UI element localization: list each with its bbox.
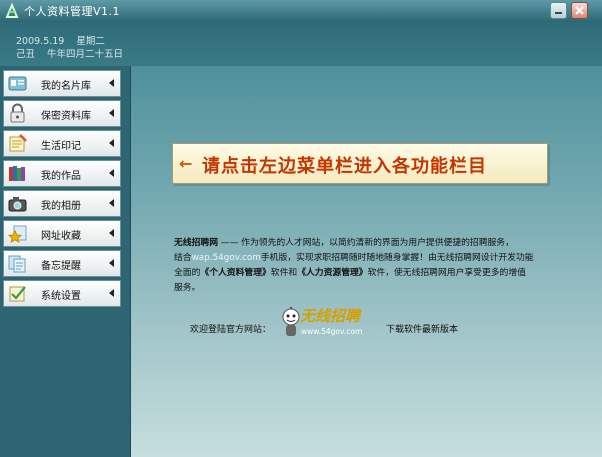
download-latest-link[interactable]: 下载软件最新版本 [386,322,458,335]
settings-check-icon [7,283,28,304]
sidebar-item-label: 备忘提醒 [41,261,81,272]
sidebar-item-system-settings[interactable]: 系统设置 [3,280,121,307]
business-card-icon [7,73,28,94]
lunar-date-line: 己丑 牛年四月二十五日 [16,46,123,60]
date-header: 2009.5.19 星期二 己丑 牛年四月二十五日 [0,22,602,66]
sidebar-item-label: 我的作品 [41,171,81,182]
mascot-icon [282,307,300,336]
arrow-left-icon [109,79,114,87]
arrow-left-icon [109,169,114,177]
sidebar-menu: 我的名片库 保密资料库 生活印记 我的作品 我的相册 网址收藏 备忘提醒 系统设… [0,66,131,457]
sidebar-item-photo-album[interactable]: 我的相册 [3,190,121,217]
intro-text: —— 作为领先的人才网站，以简约清新的界面为用户提供便捷的招聘服务， [218,238,514,248]
app-window: 个人资料管理V1.1 2009.5.19 星期二 己丑 牛年四月二十五日 我的名… [0,0,602,457]
intro-line-3: 全面的《个人资料管理》软件和《人力资源管理》软件，使无线招聘网用户享受更多的增值 [174,266,550,281]
minimize-button[interactable] [550,2,567,19]
window-title: 个人资料管理V1.1 [24,5,121,18]
notes-icon [7,253,28,274]
site-logo[interactable]: 无线招聘 www.54gov.com [280,305,376,343]
arrow-left-icon [109,199,114,207]
welcome-text: 欢迎登陆官方网站： [190,325,272,335]
sidebar-item-business-cards[interactable]: 我的名片库 [3,70,121,97]
intro-line-4: 服务。 [174,281,550,296]
sidebar-item-label: 系统设置 [41,291,81,302]
sidebar-item-my-works[interactable]: 我的作品 [3,160,121,187]
product-name: 《人力资源管理》 [297,268,368,278]
arrow-left-icon [109,259,114,267]
arrow-left-icon [109,289,114,297]
close-button[interactable] [571,2,588,19]
star-icon [7,223,28,244]
sidebar-item-label: 保密资料库 [41,111,91,122]
padlock-icon [7,103,28,124]
notebook-pen-icon [7,133,28,154]
intro-text: 软件，使无线招聘网用户享受更多的增值 [367,268,526,278]
arrow-left-icon [109,109,114,117]
intro-text: 软件和 [270,268,298,278]
arrow-left-icon [109,139,114,147]
sidebar-item-label: 生活印记 [41,141,81,152]
sidebar-item-label: 网址收藏 [41,231,81,242]
books-icon [7,163,28,184]
sidebar-item-bookmarks[interactable]: 网址收藏 [3,220,121,247]
sidebar-item-label: 我的名片库 [41,81,91,92]
intro-text: 服务。 [174,283,201,293]
intro-text: 结合 [174,253,192,263]
brand-name: 无线招聘网 [174,238,218,248]
intro-paragraph: 无线招聘网 —— 作为领先的人才网站，以简约清新的界面为用户提供便捷的招聘服务，… [174,236,550,296]
wap-link[interactable]: wap.54gov.com [192,253,261,263]
sidebar-item-reminders[interactable]: 备忘提醒 [3,250,121,277]
sidebar-item-secure-data[interactable]: 保密资料库 [3,100,121,127]
titlebar[interactable]: 个人资料管理V1.1 [0,0,602,22]
camera-icon [7,193,28,214]
intro-text: 全面的 [174,268,201,278]
sidebar-item-label: 我的相册 [41,201,81,212]
arrow-left-icon [109,229,114,237]
lunar-date: 牛年四月二十五日 [47,49,124,60]
intro-text: 手机版，实现求职招聘随时随地随身掌握！由无线招聘网设计开发功能 [260,253,534,263]
product-name: 《个人资料管理》 [200,268,271,278]
solar-date-line: 2009.5.19 星期二 [16,33,105,47]
logo-title: 无线招聘 [300,307,361,325]
instruction-banner: ← 请点击左边菜单栏进入各功能栏目 [172,143,548,184]
intro-line-1: 无线招聘网 —— 作为领先的人才网站，以简约清新的界面为用户提供便捷的招聘服务， [174,236,550,251]
arrow-left-icon: ← [179,154,193,173]
app-person-icon [4,2,20,19]
sidebar-item-life-journal[interactable]: 生活印记 [3,130,121,157]
banner-text: 请点击左边菜单栏进入各功能栏目 [202,156,487,177]
ganzhi-year: 己丑 [16,49,36,60]
intro-line-2: 结合wap.54gov.com手机版，实现求职招聘随时随地随身掌握！由无线招聘网… [174,251,550,266]
logo-url: www.54gov.com [301,327,363,336]
